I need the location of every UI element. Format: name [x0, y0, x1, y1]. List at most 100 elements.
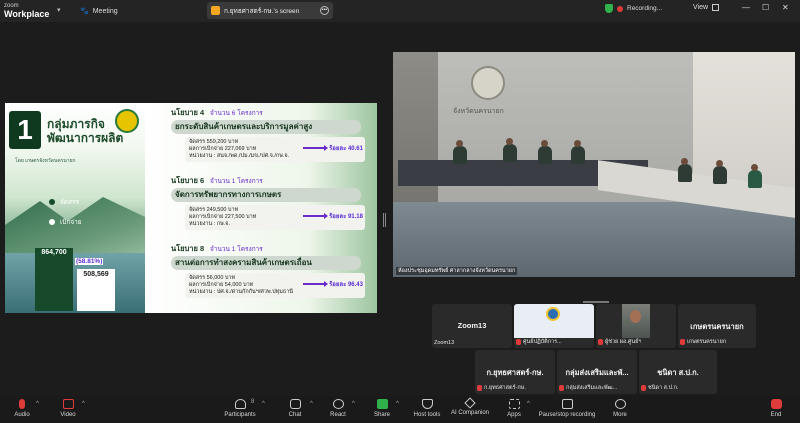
chevron-up-icon[interactable]: ^: [352, 401, 355, 407]
ai-companion-icon: [464, 397, 476, 409]
participant-face: [630, 310, 641, 323]
video-button[interactable]: Video: [42, 399, 94, 418]
participant-caption: เกษตรนครนายก: [680, 338, 726, 346]
legend-dot-icon: [49, 219, 55, 225]
participant-caption: ก.ยุทธศาสตร์-กษ.: [477, 384, 526, 392]
gallery-splitter[interactable]: [583, 301, 609, 303]
video-label: Video: [60, 412, 76, 418]
participant-caption: ผู้ช่วย ผอ.ศูนย์ฯ: [598, 338, 641, 346]
arrow-right-icon: [303, 145, 328, 151]
value-disbursed: 508,569: [83, 271, 109, 278]
minimize-icon[interactable]: —: [742, 3, 750, 12]
participant-name: เกษตรนครนายก: [690, 322, 744, 331]
chevron-up-icon[interactable]: ^: [396, 401, 399, 407]
attendee-head: [751, 164, 758, 171]
policy-head: นโยบาย 4 จำนวน 6 โครงการ: [171, 107, 365, 119]
end-button[interactable]: End: [750, 399, 800, 418]
percent-label: (58.81%): [75, 258, 104, 265]
group-title-line2: พัฒนาการผลิต: [47, 131, 124, 145]
more-label: More: [613, 412, 627, 418]
policy-detail: จัดสรร 559,200 บาท ผลการเบิกจ่าย 227,069…: [185, 137, 365, 162]
meeting-toolbar: Audio ^ Video ^ Participants 8 ^ Chat ^ …: [0, 396, 800, 423]
policy-allocated: จัดสรร 559,200 บาท: [189, 139, 239, 145]
participant-name: ก.ยุทธศาสตร์-กษ.: [486, 368, 544, 377]
shared-screen[interactable]: 1 กลุ่มภารกิจ พัฒนาการผลิต โดย เกษตรจังห…: [5, 103, 377, 313]
wall-emblem: [471, 66, 505, 100]
attendee-head: [506, 138, 513, 145]
participant-tile[interactable]: ก.ยุทธศาสตร์-กษ. ก.ยุทธศาสตร์-กษ.: [475, 350, 555, 394]
policy-label: นโยบาย 4: [171, 108, 205, 117]
policy-head: นโยบาย 6 จำนวน 1 โครงการ: [171, 175, 365, 187]
participants-icon: [234, 399, 246, 409]
mic-muted-icon: [598, 339, 603, 345]
chevron-up-icon[interactable]: ^: [82, 401, 85, 407]
shield-icon: [605, 4, 613, 13]
grid-icon: [712, 4, 720, 11]
participant-caption-text: ผู้ช่วย ผอ.ศูนย์ฯ: [605, 339, 642, 345]
maximize-icon[interactable]: ☐: [762, 3, 769, 12]
participant-caption-text: เกษตรนครนายก: [687, 339, 727, 345]
chat-icon: [289, 399, 301, 409]
more-icon[interactable]: •••: [320, 6, 329, 15]
participant-tile[interactable]: ศูนย์ปฏิบัติการ...: [514, 304, 594, 348]
attendee-head: [456, 140, 463, 147]
participant-tile[interactable]: Zoom13 Zoom13: [432, 304, 512, 348]
legend-disbursed: เบิกจ่าย: [49, 217, 82, 227]
more-button[interactable]: More: [594, 399, 646, 418]
screen-share-icon: [211, 6, 220, 15]
apps-button[interactable]: Apps: [488, 399, 540, 418]
participant-tile[interactable]: ชนิดา ส.ป.ก. ชนิดา ส.ป.ก.: [639, 350, 717, 394]
audio-button[interactable]: Audio: [0, 399, 48, 418]
participant-caption-text: ชนิดา ส.ป.ก.: [648, 385, 679, 391]
pause-recording-button[interactable]: Pause/stop recording: [534, 399, 600, 418]
mic-muted-icon: [680, 339, 685, 345]
recording-indicator[interactable]: Recording...: [605, 4, 662, 13]
chevron-up-icon[interactable]: ^: [262, 401, 265, 407]
policy-percent: ร้อยละ 96.43: [329, 282, 363, 288]
participant-name: Zoom13: [457, 321, 487, 330]
group-title-line1: กลุ่มภารกิจ: [47, 117, 105, 131]
chevron-up-icon[interactable]: ^: [36, 401, 39, 407]
participant-tile[interactable]: เกษตรนครนายก เกษตรนครนายก: [678, 304, 756, 348]
attendee-head: [716, 160, 723, 167]
host-tools-icon: [421, 399, 433, 409]
share-screen-tab[interactable]: ก.ยุทธศาสตร์-กษ.'s screen •••: [207, 2, 333, 19]
video-caption: ห้องประชุมอุดมทรัพย์ ศาลากลางจังหวัดนครน…: [396, 267, 518, 275]
policy-block: นโยบาย 8 จำนวน 1 โครงการ สานต่อการทำสงคร…: [171, 243, 365, 298]
policy-count: จำนวน 1 โครงการ: [209, 246, 263, 253]
react-icon: [332, 399, 344, 409]
chevron-down-icon[interactable]: ▾: [57, 6, 61, 14]
wall-sign: จังหวัดนครนายก: [453, 108, 504, 115]
attendee-head: [681, 158, 688, 165]
attendee-head: [541, 140, 548, 147]
view-button[interactable]: View: [693, 4, 720, 11]
zoom-window: zoom Workplace ▾ 🐾 Meeting ก.ยุทธศาสตร์-…: [0, 0, 800, 423]
policy-block: นโยบาย 6 จำนวน 1 โครงการ จัดการทรัพยากรท…: [171, 175, 365, 230]
chevron-up-icon[interactable]: ^: [527, 401, 530, 407]
share-screen-icon: [376, 399, 388, 409]
zoom-logo: zoom Workplace: [4, 2, 49, 19]
participants-count: 8: [251, 399, 255, 405]
record-dot-icon: [617, 5, 623, 12]
host-tools-label: Host tools: [413, 412, 441, 418]
policy-block: นโยบาย 4 จำนวน 6 โครงการ ยกระดับสินค้าเก…: [171, 107, 365, 162]
participant-caption: กลุ่มส่งเสริมและพัฒ...: [559, 384, 617, 392]
active-speaker-video[interactable]: จังหวัดนครนายก ห้องประชุมอุดมทรัพย์ ศาลา…: [393, 52, 795, 277]
emblem-logo: [115, 109, 139, 133]
participant-tile[interactable]: ผู้ช่วย ผอ.ศูนย์ฯ: [596, 304, 676, 348]
policy-count: จำนวน 1 โครงการ: [209, 178, 263, 185]
meeting-tab[interactable]: 🐾 Meeting: [80, 4, 118, 18]
share-label: Share: [373, 412, 390, 418]
attendee: [503, 144, 517, 162]
arrow-right-icon: [303, 281, 328, 287]
attendee: [571, 146, 585, 164]
panel-splitter[interactable]: [383, 213, 386, 227]
participant-caption-text: ก.ยุทธศาสตร์-กษ.: [484, 385, 526, 391]
legend-allocated-label: จัดสรร: [60, 199, 79, 206]
close-icon[interactable]: ✕: [782, 3, 789, 12]
agency-logo: [546, 307, 560, 321]
participant-caption: Zoom13: [434, 340, 454, 346]
participant-tile[interactable]: กลุ่มส่งเสริมและพั... กลุ่มส่งเสริมและพั…: [557, 350, 637, 394]
legend-dot-icon: [49, 199, 55, 205]
participants-button[interactable]: Participants: [214, 399, 266, 418]
